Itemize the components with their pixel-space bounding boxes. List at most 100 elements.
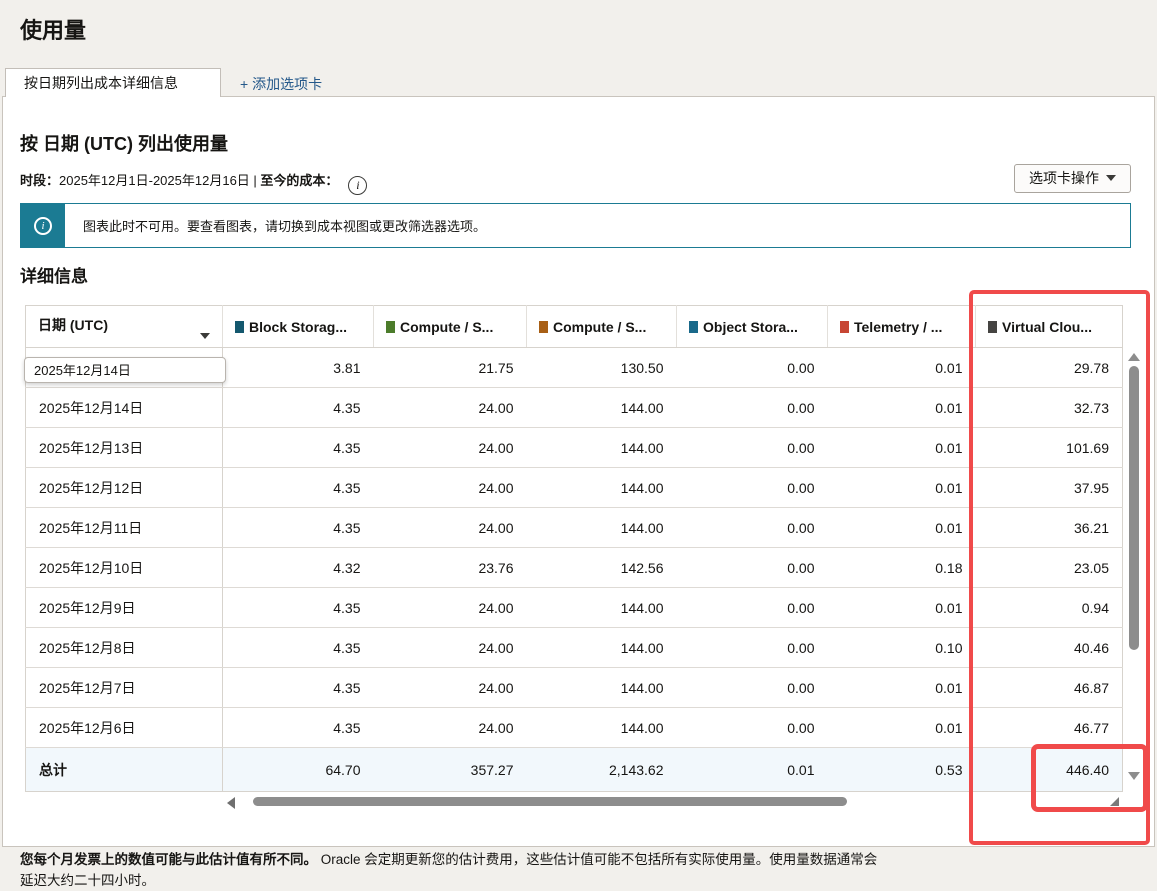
- column-header-5[interactable]: Virtual Clou...: [976, 306, 1123, 348]
- value-cell: 357.27: [374, 748, 527, 792]
- value-cell: 0.53: [828, 748, 976, 792]
- vertical-scroll-down-arrow-icon[interactable]: [1128, 772, 1140, 780]
- value-cell: 24.00: [374, 588, 527, 628]
- value-cell: 0.10: [828, 628, 976, 668]
- chart-unavailable-banner: i 图表此时不可用。要查看图表，请切换到成本视图或更改筛选器选项。: [20, 203, 1131, 248]
- value-cell: 40.46: [976, 628, 1123, 668]
- value-cell: 0.01: [828, 388, 976, 428]
- series-color-marker-icon: [988, 321, 997, 333]
- date-cell: 2025年12月14日: [26, 388, 223, 428]
- value-cell: 0.18: [828, 548, 976, 588]
- table-row: 2025年12月6日4.3524.00144.000.000.0146.77: [26, 708, 1123, 748]
- column-header-4[interactable]: Telemetry / ...: [828, 306, 976, 348]
- horizontal-scroll-left-arrow-icon[interactable]: [227, 797, 235, 809]
- table-row: 2025年12月11日4.3524.00144.000.000.0136.21: [26, 508, 1123, 548]
- column-header-label: Object Stora...: [703, 319, 798, 335]
- value-cell: 144.00: [527, 668, 677, 708]
- value-cell: 144.00: [527, 428, 677, 468]
- tab-actions-label: 选项卡操作: [1029, 170, 1099, 186]
- period-label: 时段：: [20, 173, 59, 188]
- value-cell: 144.00: [527, 628, 677, 668]
- value-cell: 0.01: [677, 748, 828, 792]
- column-header-2[interactable]: Compute / S...: [527, 306, 677, 348]
- value-cell: 32.73: [976, 388, 1123, 428]
- value-cell: 4.35: [223, 588, 374, 628]
- date-cell: 2025年12月9日: [26, 588, 223, 628]
- value-cell: 446.40: [976, 748, 1123, 792]
- column-header-date[interactable]: 日期 (UTC): [26, 306, 223, 348]
- value-cell: 144.00: [527, 708, 677, 748]
- value-cell: 0.00: [677, 428, 828, 468]
- value-cell: 36.21: [976, 508, 1123, 548]
- page-title: 使用量: [20, 13, 86, 45]
- date-cell: 2025年12月7日: [26, 668, 223, 708]
- column-header-label: Virtual Clou...: [1002, 319, 1092, 335]
- date-cell: 2025年12月12日: [26, 468, 223, 508]
- horizontal-scrollbar-thumb[interactable]: [253, 797, 847, 806]
- date-cell-tooltip: 2025年12月14日: [24, 357, 226, 383]
- vertical-scrollbar-thumb[interactable]: [1129, 366, 1139, 650]
- info-icon[interactable]: i: [348, 176, 367, 195]
- column-header-3[interactable]: Object Stora...: [677, 306, 828, 348]
- value-cell: 0.01: [828, 668, 976, 708]
- value-cell: 144.00: [527, 468, 677, 508]
- column-header-0[interactable]: Block Storag...: [223, 306, 374, 348]
- tab-cost-details-by-date[interactable]: 按日期列出成本详细信息: [5, 68, 221, 97]
- column-header-label: Telemetry / ...: [854, 319, 942, 335]
- meta-separator: |: [250, 173, 261, 188]
- resize-grip-icon[interactable]: [1110, 797, 1119, 806]
- value-cell: 24.00: [374, 708, 527, 748]
- value-cell: 37.95: [976, 468, 1123, 508]
- footer-disclaimer-bold: 您每个月发票上的数值可能与此估计值有所不同。: [20, 852, 317, 867]
- table-row: 2025年12月13日4.3524.00144.000.000.01101.69: [26, 428, 1123, 468]
- value-cell: 24.00: [374, 628, 527, 668]
- column-header-label: Block Storag...: [249, 319, 347, 335]
- value-cell: 24.00: [374, 668, 527, 708]
- value-cell: 144.00: [527, 388, 677, 428]
- value-cell: 0.01: [828, 468, 976, 508]
- value-cell: 0.00: [677, 668, 828, 708]
- value-cell: 21.75: [374, 348, 527, 388]
- value-cell: 24.00: [374, 508, 527, 548]
- value-cell: 144.00: [527, 508, 677, 548]
- table-row: 2025年12月9日4.3524.00144.000.000.010.94: [26, 588, 1123, 628]
- value-cell: 24.00: [374, 388, 527, 428]
- column-header-label: Compute / S...: [553, 319, 646, 335]
- value-cell: 0.00: [677, 508, 828, 548]
- details-heading: 详细信息: [20, 262, 88, 287]
- value-cell: 0.00: [677, 628, 828, 668]
- value-cell: 3.81: [223, 348, 374, 388]
- banner-icon-box: i: [21, 204, 65, 247]
- value-cell: 23.76: [374, 548, 527, 588]
- period-meta-row: 时段：2025年12月1日-2025年12月16日 | 至今的成本：i: [20, 170, 367, 195]
- value-cell: 4.35: [223, 668, 374, 708]
- value-cell: 0.01: [828, 428, 976, 468]
- value-cell: 4.35: [223, 708, 374, 748]
- section-title: 按 日期 (UTC) 列出使用量: [20, 130, 228, 156]
- chevron-down-icon: [200, 333, 210, 339]
- value-cell: 0.00: [677, 548, 828, 588]
- series-color-marker-icon: [235, 321, 244, 333]
- series-color-marker-icon: [539, 321, 548, 333]
- value-cell: 101.69: [976, 428, 1123, 468]
- value-cell: 46.87: [976, 668, 1123, 708]
- table-row: 2025年12月8日4.3524.00144.000.000.1040.46: [26, 628, 1123, 668]
- value-cell: 0.00: [677, 468, 828, 508]
- total-label-cell: 总计: [26, 748, 223, 792]
- date-cell: 2025年12月8日: [26, 628, 223, 668]
- vertical-scroll-up-arrow-icon[interactable]: [1128, 353, 1140, 361]
- date-header-label: 日期 (UTC): [38, 317, 108, 333]
- tab-actions-button[interactable]: 选项卡操作: [1014, 164, 1131, 193]
- value-cell: 64.70: [223, 748, 374, 792]
- value-cell: 0.01: [828, 588, 976, 628]
- add-tab-link[interactable]: + 添加选项卡: [240, 74, 322, 94]
- banner-text: 图表此时不可用。要查看图表，请切换到成本视图或更改筛选器选项。: [65, 216, 486, 235]
- chevron-down-icon: [1106, 175, 1116, 181]
- series-color-marker-icon: [840, 321, 849, 333]
- date-cell: 2025年12月6日: [26, 708, 223, 748]
- value-cell: 46.77: [976, 708, 1123, 748]
- column-header-label: Compute / S...: [400, 319, 493, 335]
- column-header-1[interactable]: Compute / S...: [374, 306, 527, 348]
- series-color-marker-icon: [386, 321, 395, 333]
- value-cell: 4.35: [223, 468, 374, 508]
